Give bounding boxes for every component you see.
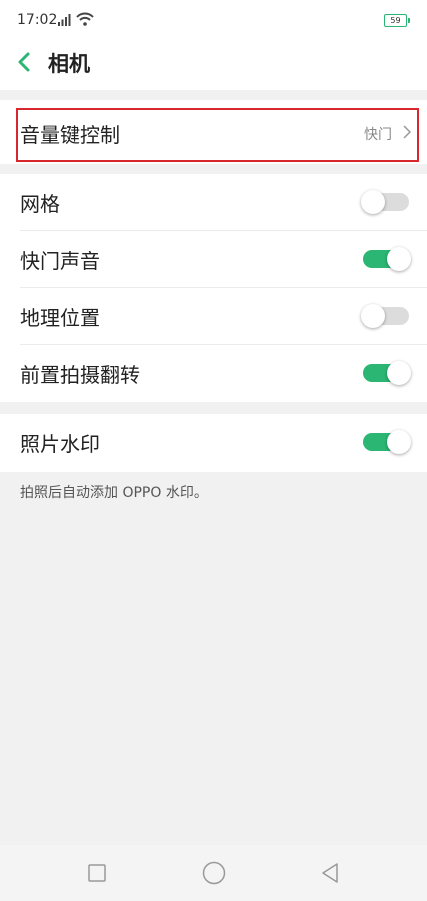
toggle-knob <box>361 304 385 328</box>
volume-key-control-value: 快门 <box>364 127 392 143</box>
volume-key-control-label: 音量键控制 <box>20 123 120 147</box>
wifi-icon <box>76 12 94 26</box>
shutter-sound-toggle[interactable] <box>363 247 411 271</box>
setting-label-front-mirror: 前置拍摄翻转 <box>20 363 140 387</box>
settings-group-camera: 网格 快门声音 地理位置 前置拍摄翻转 <box>0 174 427 402</box>
setting-label-grid: 网格 <box>20 192 60 216</box>
setting-label-location: 地理位置 <box>20 306 100 330</box>
settings-group-volume: 音量键控制 快门 <box>0 100 427 164</box>
setting-row-watermark[interactable]: 照片水印 <box>0 414 427 471</box>
status-time: 17:02 <box>17 12 58 28</box>
status-bar: 17:02 59 <box>0 0 427 40</box>
settings-group-watermark: 照片水印 <box>0 414 427 472</box>
setting-row-location[interactable]: 地理位置 <box>0 288 427 345</box>
toggle-knob <box>387 361 411 385</box>
navigation-bar <box>0 845 427 901</box>
toggle-knob <box>387 430 411 454</box>
back-arrow-icon[interactable] <box>15 50 33 74</box>
setting-label-watermark: 照片水印 <box>20 432 100 456</box>
watermark-footnote: 拍照后自动添加 OPPO 水印。 <box>20 485 208 501</box>
watermark-toggle[interactable] <box>363 430 411 454</box>
setting-row-grid[interactable]: 网格 <box>0 174 427 231</box>
toggle-knob <box>361 190 385 214</box>
recents-square-icon[interactable] <box>88 864 106 882</box>
setting-row-shutter-sound[interactable]: 快门声音 <box>0 231 427 288</box>
battery-icon: 59 <box>384 14 410 27</box>
front-mirror-toggle[interactable] <box>363 361 411 385</box>
signal-icon <box>58 14 71 26</box>
chevron-right-icon <box>403 125 411 139</box>
home-circle-icon[interactable] <box>202 861 226 885</box>
app-header: 相机 <box>0 40 427 90</box>
toggle-knob <box>387 247 411 271</box>
page-title: 相机 <box>48 52 90 76</box>
back-triangle-icon[interactable] <box>321 863 339 883</box>
setting-label-shutter-sound: 快门声音 <box>20 249 100 273</box>
location-toggle[interactable] <box>361 304 409 328</box>
volume-key-control-row[interactable]: 音量键控制 快门 <box>0 103 427 161</box>
grid-toggle[interactable] <box>361 190 409 214</box>
setting-row-front-mirror[interactable]: 前置拍摄翻转 <box>0 345 427 402</box>
